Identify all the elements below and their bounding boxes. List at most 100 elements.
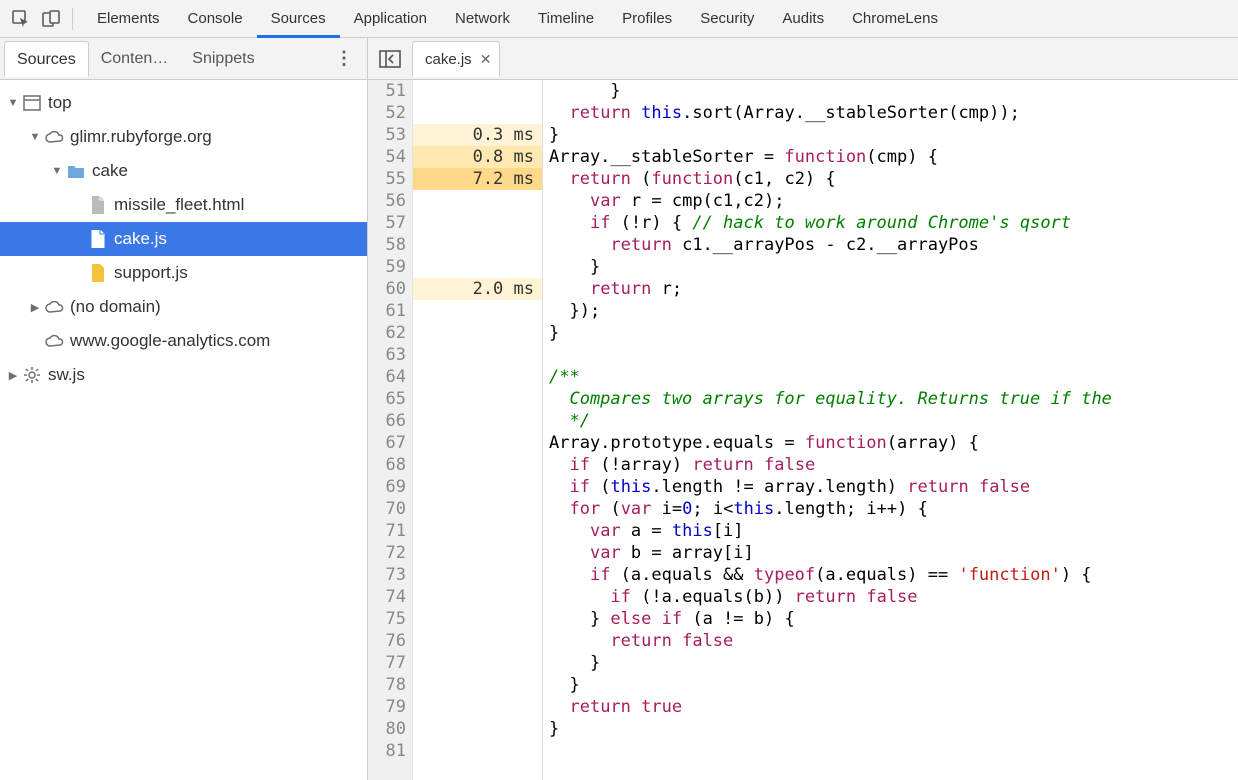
tree-row-cake-js[interactable]: cake.js	[0, 222, 367, 256]
device-toolbar-icon[interactable]	[36, 4, 66, 34]
chevron-right-icon[interactable]: ▶	[28, 301, 42, 314]
code-line[interactable]: var r = cmp(c1,c2);	[543, 190, 1238, 212]
code-line[interactable]: */	[543, 410, 1238, 432]
code-line[interactable]: }	[543, 256, 1238, 278]
timing-cell	[413, 388, 542, 410]
line-number: 67	[368, 432, 412, 454]
code-line[interactable]: }	[543, 652, 1238, 674]
line-number: 51	[368, 80, 412, 102]
tree-row-support-js[interactable]: support.js	[0, 256, 367, 290]
more-options-icon[interactable]: ⋮	[325, 48, 363, 69]
line-number: 66	[368, 410, 412, 432]
tree-label: www.google-analytics.com	[70, 331, 270, 351]
code-line[interactable]: if (this.length != array.length) return …	[543, 476, 1238, 498]
code-line[interactable]: }	[543, 674, 1238, 696]
navigator-tab-sources[interactable]: Sources	[4, 41, 89, 77]
code-line[interactable]: }	[543, 124, 1238, 146]
close-tab-icon[interactable]: ✕	[480, 51, 492, 68]
code-editor[interactable]: 5152535455565758596061626364656667686970…	[368, 80, 1238, 780]
navigator-tabs: SourcesConten…Snippets ⋮	[0, 38, 367, 80]
chevron-down-icon[interactable]: ▼	[50, 165, 64, 177]
code-line[interactable]	[543, 740, 1238, 762]
code-line[interactable]: var b = array[i]	[543, 542, 1238, 564]
code-line[interactable]: return true	[543, 696, 1238, 718]
chevron-down-icon[interactable]: ▼	[28, 131, 42, 143]
timing-cell	[413, 344, 542, 366]
tree-row-cake[interactable]: ▼ cake	[0, 154, 367, 188]
devtools-main-tabs: ElementsConsoleSourcesApplicationNetwork…	[0, 0, 1238, 38]
main-tab-chromelens[interactable]: ChromeLens	[838, 0, 952, 38]
tree-row-top[interactable]: ▼top	[0, 86, 367, 120]
line-number: 53	[368, 124, 412, 146]
code-line[interactable]: }	[543, 718, 1238, 740]
main-tab-sources[interactable]: Sources	[257, 0, 340, 38]
navigator-tab-snippets[interactable]: Snippets	[180, 41, 266, 77]
tree-row-sw-js[interactable]: ▶sw.js	[0, 358, 367, 392]
timing-cell	[413, 740, 542, 762]
timing-cell	[413, 322, 542, 344]
code-line[interactable]: return false	[543, 630, 1238, 652]
main-tab-profiles[interactable]: Profiles	[608, 0, 686, 38]
code-line[interactable]	[543, 344, 1238, 366]
tree-row-missile-fleet-html[interactable]: missile_fleet.html	[0, 188, 367, 222]
code-area[interactable]: } return this.sort(Array.__stableSorter(…	[543, 80, 1238, 780]
code-line[interactable]: return c1.__arrayPos - c2.__arrayPos	[543, 234, 1238, 256]
code-line[interactable]: Compares two arrays for equality. Return…	[543, 388, 1238, 410]
tree-label: cake.js	[114, 229, 167, 249]
line-number: 70	[368, 498, 412, 520]
tree-row-www-google-analytics-com[interactable]: www.google-analytics.com	[0, 324, 367, 358]
code-line[interactable]: if (!array) return false	[543, 454, 1238, 476]
code-line[interactable]: return r;	[543, 278, 1238, 300]
main-tab-network[interactable]: Network	[441, 0, 524, 38]
tree-label: cake	[92, 161, 128, 181]
tree-row--no-domain-[interactable]: ▶(no domain)	[0, 290, 367, 324]
chevron-right-icon[interactable]: ▶	[6, 369, 20, 382]
code-line[interactable]: if (!a.equals(b)) return false	[543, 586, 1238, 608]
code-line[interactable]: if (a.equals && typeof(a.equals) == 'fun…	[543, 564, 1238, 586]
line-number: 77	[368, 652, 412, 674]
code-line[interactable]: return this.sort(Array.__stableSorter(cm…	[543, 102, 1238, 124]
cloud-icon	[44, 331, 64, 351]
main-tab-application[interactable]: Application	[340, 0, 441, 38]
code-line[interactable]: } else if (a != b) {	[543, 608, 1238, 630]
main-tab-audits[interactable]: Audits	[768, 0, 838, 38]
code-line[interactable]: }	[543, 80, 1238, 102]
snippet-icon	[88, 263, 108, 283]
chevron-down-icon[interactable]: ▼	[6, 97, 20, 109]
code-line[interactable]: /**	[543, 366, 1238, 388]
code-line[interactable]: Array.prototype.equals = function(array)…	[543, 432, 1238, 454]
line-number: 79	[368, 696, 412, 718]
line-number: 58	[368, 234, 412, 256]
main-tab-elements[interactable]: Elements	[83, 0, 174, 38]
file-tab-cake-js[interactable]: cake.js ✕	[412, 41, 500, 77]
main-tab-security[interactable]: Security	[686, 0, 768, 38]
code-line[interactable]: if (!r) { // hack to work around Chrome'…	[543, 212, 1238, 234]
line-number: 68	[368, 454, 412, 476]
line-number: 64	[368, 366, 412, 388]
timing-cell: 7.2 ms	[413, 168, 542, 190]
timing-cell	[413, 696, 542, 718]
file-tab-label: cake.js	[425, 51, 472, 68]
main-tab-timeline[interactable]: Timeline	[524, 0, 608, 38]
tree-label: glimr.rubyforge.org	[70, 127, 212, 147]
timing-cell: 0.8 ms	[413, 146, 542, 168]
code-line[interactable]: });	[543, 300, 1238, 322]
inspect-icon[interactable]	[6, 4, 36, 34]
navigator-tab-conten[interactable]: Conten…	[89, 41, 181, 77]
code-line[interactable]: for (var i=0; i<this.length; i++) {	[543, 498, 1238, 520]
code-line[interactable]: return (function(c1, c2) {	[543, 168, 1238, 190]
line-number: 72	[368, 542, 412, 564]
timing-cell	[413, 190, 542, 212]
file-tree[interactable]: ▼top▼glimr.rubyforge.org▼cakemissile_fle…	[0, 80, 367, 780]
line-number: 65	[368, 388, 412, 410]
file-icon	[88, 229, 108, 249]
timing-cell	[413, 564, 542, 586]
cloud-icon	[44, 127, 64, 147]
line-number: 76	[368, 630, 412, 652]
tree-row-glimr-rubyforge-org[interactable]: ▼ glimr.rubyforge.org	[0, 120, 367, 154]
code-line[interactable]: var a = this[i]	[543, 520, 1238, 542]
code-line[interactable]: Array.__stableSorter = function(cmp) {	[543, 146, 1238, 168]
main-tab-console[interactable]: Console	[174, 0, 257, 38]
toggle-navigator-icon[interactable]	[374, 43, 406, 75]
code-line[interactable]: }	[543, 322, 1238, 344]
